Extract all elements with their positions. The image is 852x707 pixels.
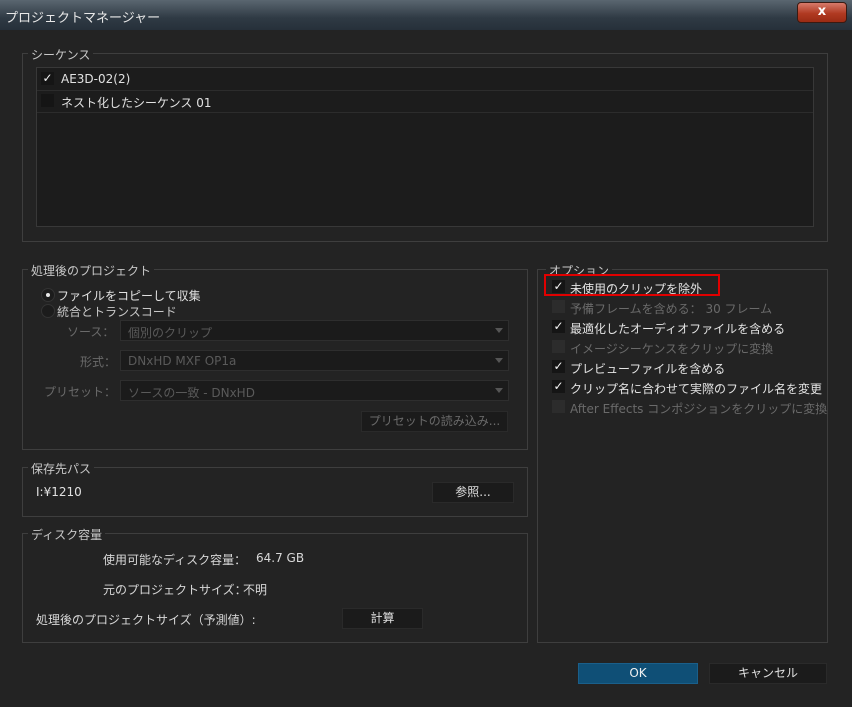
- sequence-label: AE3D-02(2): [61, 72, 131, 86]
- sequences-legend: シーケンス: [28, 46, 94, 63]
- sequence-list: ✓ AE3D-02(2) ネスト化したシーケンス 01: [36, 67, 814, 227]
- option-label: 予備フレームを含める： 30 フレーム: [570, 302, 773, 316]
- option-checkbox: [552, 400, 565, 413]
- resulting-size-label: 処理後のプロジェクトサイズ（予測値）:: [36, 613, 256, 627]
- chevron-down-icon: [495, 388, 503, 393]
- window-title: プロジェクトマネージャー: [5, 11, 161, 26]
- copy-collect-label[interactable]: ファイルをコピーして収集: [57, 287, 201, 304]
- option-checkbox[interactable]: ✓: [552, 320, 565, 333]
- destination-path: I:¥1210: [36, 485, 82, 499]
- option-label: プレビューファイルを含める: [570, 362, 726, 376]
- option-checkbox: [552, 340, 565, 353]
- preset-value: ソースの一致 - DNxHD: [128, 386, 255, 400]
- ok-button[interactable]: OK: [578, 663, 698, 684]
- source-label: ソース：: [67, 325, 115, 339]
- option-label: イメージシーケンスをクリップに変換: [570, 342, 774, 356]
- sequence-checkbox[interactable]: [41, 94, 54, 107]
- available-space-value: 64.7 GB: [256, 551, 305, 565]
- import-preset-button: プリセットの読み込み...: [361, 411, 508, 432]
- source-value: 個別のクリップ: [128, 326, 213, 340]
- consolidate-transcode-radio[interactable]: [41, 304, 55, 318]
- disk-space-legend: ディスク容量: [28, 526, 106, 543]
- consolidate-transcode-label[interactable]: 統合とトランスコード: [57, 303, 177, 320]
- original-size-label: 元のプロジェクトサイズ：: [103, 583, 247, 597]
- browse-button[interactable]: 参照...: [432, 482, 514, 503]
- option-label: 最適化したオーディオファイルを含める: [570, 322, 786, 336]
- destination-legend: 保存先パス: [28, 460, 95, 477]
- option-checkbox: [552, 300, 565, 313]
- option-checkbox[interactable]: ✓: [552, 380, 565, 393]
- source-dropdown: 個別のクリップ: [120, 320, 509, 341]
- option-label: クリップ名に合わせて実際のファイル名を変更: [570, 382, 823, 396]
- calculate-button[interactable]: 計算: [342, 608, 423, 629]
- copy-collect-radio[interactable]: [41, 288, 55, 302]
- sequence-label: ネスト化したシーケンス 01: [61, 96, 212, 110]
- format-value: DNxHD MXF OP1a: [128, 354, 237, 368]
- sequence-row[interactable]: ネスト化したシーケンス 01: [37, 90, 813, 113]
- sequence-checkbox[interactable]: ✓: [41, 72, 54, 85]
- chevron-down-icon: [495, 358, 503, 363]
- original-size-value: 不明: [243, 583, 268, 597]
- title-bar: プロジェクトマネージャー x: [0, 0, 852, 30]
- highlight-box: [544, 274, 720, 296]
- format-dropdown: DNxHD MXF OP1a: [120, 350, 509, 371]
- option-checkbox[interactable]: ✓: [552, 360, 565, 373]
- preset-dropdown: ソースの一致 - DNxHD: [120, 380, 509, 401]
- option-label: After Effects コンポジションをクリップに変換: [570, 402, 828, 416]
- preset-label: プリセット：: [44, 385, 117, 399]
- cancel-button[interactable]: キャンセル: [709, 663, 827, 684]
- format-label: 形式：: [80, 355, 117, 369]
- project-manager-dialog: プロジェクトマネージャー x シーケンス ✓ AE3D-02(2) ネスト化した…: [0, 0, 852, 707]
- resulting-project-legend: 処理後のプロジェクト: [28, 262, 155, 279]
- available-space-label: 使用可能なディスク容量：: [103, 553, 247, 567]
- close-button[interactable]: x: [797, 2, 847, 23]
- chevron-down-icon: [495, 328, 503, 333]
- sequence-row[interactable]: ✓ AE3D-02(2): [37, 68, 813, 91]
